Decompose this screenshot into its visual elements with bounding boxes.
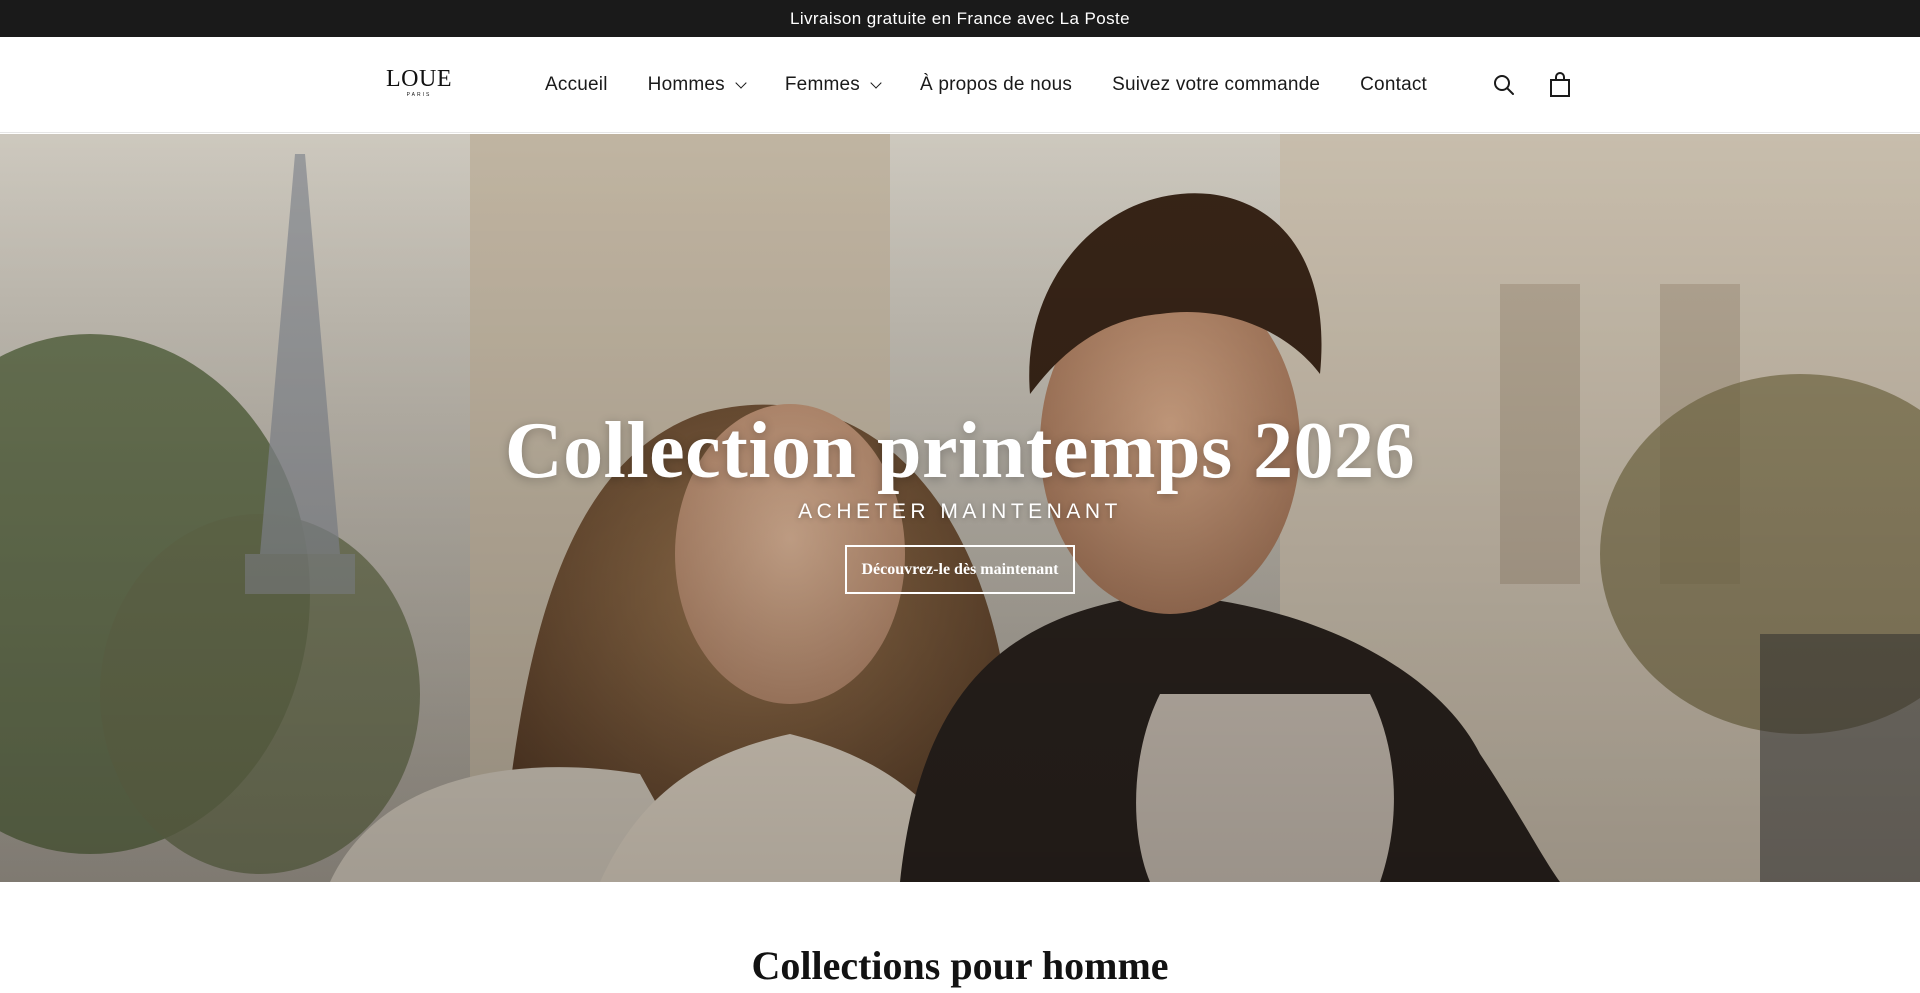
- nav-item-label: À propos de nous: [919, 74, 1073, 95]
- hero-content: Collection printemps 2026 ACHETER MAINTE…: [0, 134, 1920, 882]
- nav-item-label: Femmes: [784, 74, 860, 95]
- site-logo[interactable]: LOUE PARIS: [386, 67, 452, 101]
- main-nav: Accueil Hommes Femmes À propos de nous S…: [545, 37, 1467, 133]
- nav-item-femmes[interactable]: Femmes: [784, 74, 882, 96]
- nav-item-label: Hommes: [647, 74, 725, 95]
- nav-item-label: Suivez votre commande: [1112, 74, 1321, 95]
- section-title: Collections pour homme: [751, 943, 1169, 988]
- hero-title: Collection printemps 2026: [504, 407, 1416, 495]
- chevron-down-icon: [735, 77, 747, 89]
- nav-item-contact[interactable]: Contact: [1360, 74, 1427, 96]
- nav-item-label: Accueil: [545, 74, 608, 95]
- announcement-text: Livraison gratuite en France avec La Pos…: [790, 8, 1130, 28]
- announcement-bar: Livraison gratuite en France avec La Pos…: [0, 0, 1920, 37]
- chevron-down-icon: [870, 77, 882, 89]
- nav-item-a-propos[interactable]: À propos de nous: [920, 74, 1072, 96]
- hero-cta-button[interactable]: Découvrez-le dès maintenant: [845, 545, 1075, 594]
- nav-item-hommes[interactable]: Hommes: [647, 74, 747, 96]
- header-icons: [1490, 71, 1574, 99]
- logo-tagline: PARIS: [406, 92, 432, 98]
- search-icon[interactable]: [1490, 71, 1518, 99]
- nav-item-label: Contact: [1360, 74, 1428, 95]
- nav-item-suivez-commande[interactable]: Suivez votre commande: [1112, 74, 1320, 96]
- logo-wordmark: LOUE: [386, 66, 452, 92]
- hero-subtitle: ACHETER MAINTENANT: [798, 500, 1122, 523]
- site-header: LOUE PARIS Accueil Hommes Femmes À propo…: [0, 37, 1920, 133]
- hero-banner: Collection printemps 2026 ACHETER MAINTE…: [0, 134, 1920, 882]
- cart-icon[interactable]: [1546, 71, 1574, 99]
- nav-item-accueil[interactable]: Accueil: [545, 74, 608, 96]
